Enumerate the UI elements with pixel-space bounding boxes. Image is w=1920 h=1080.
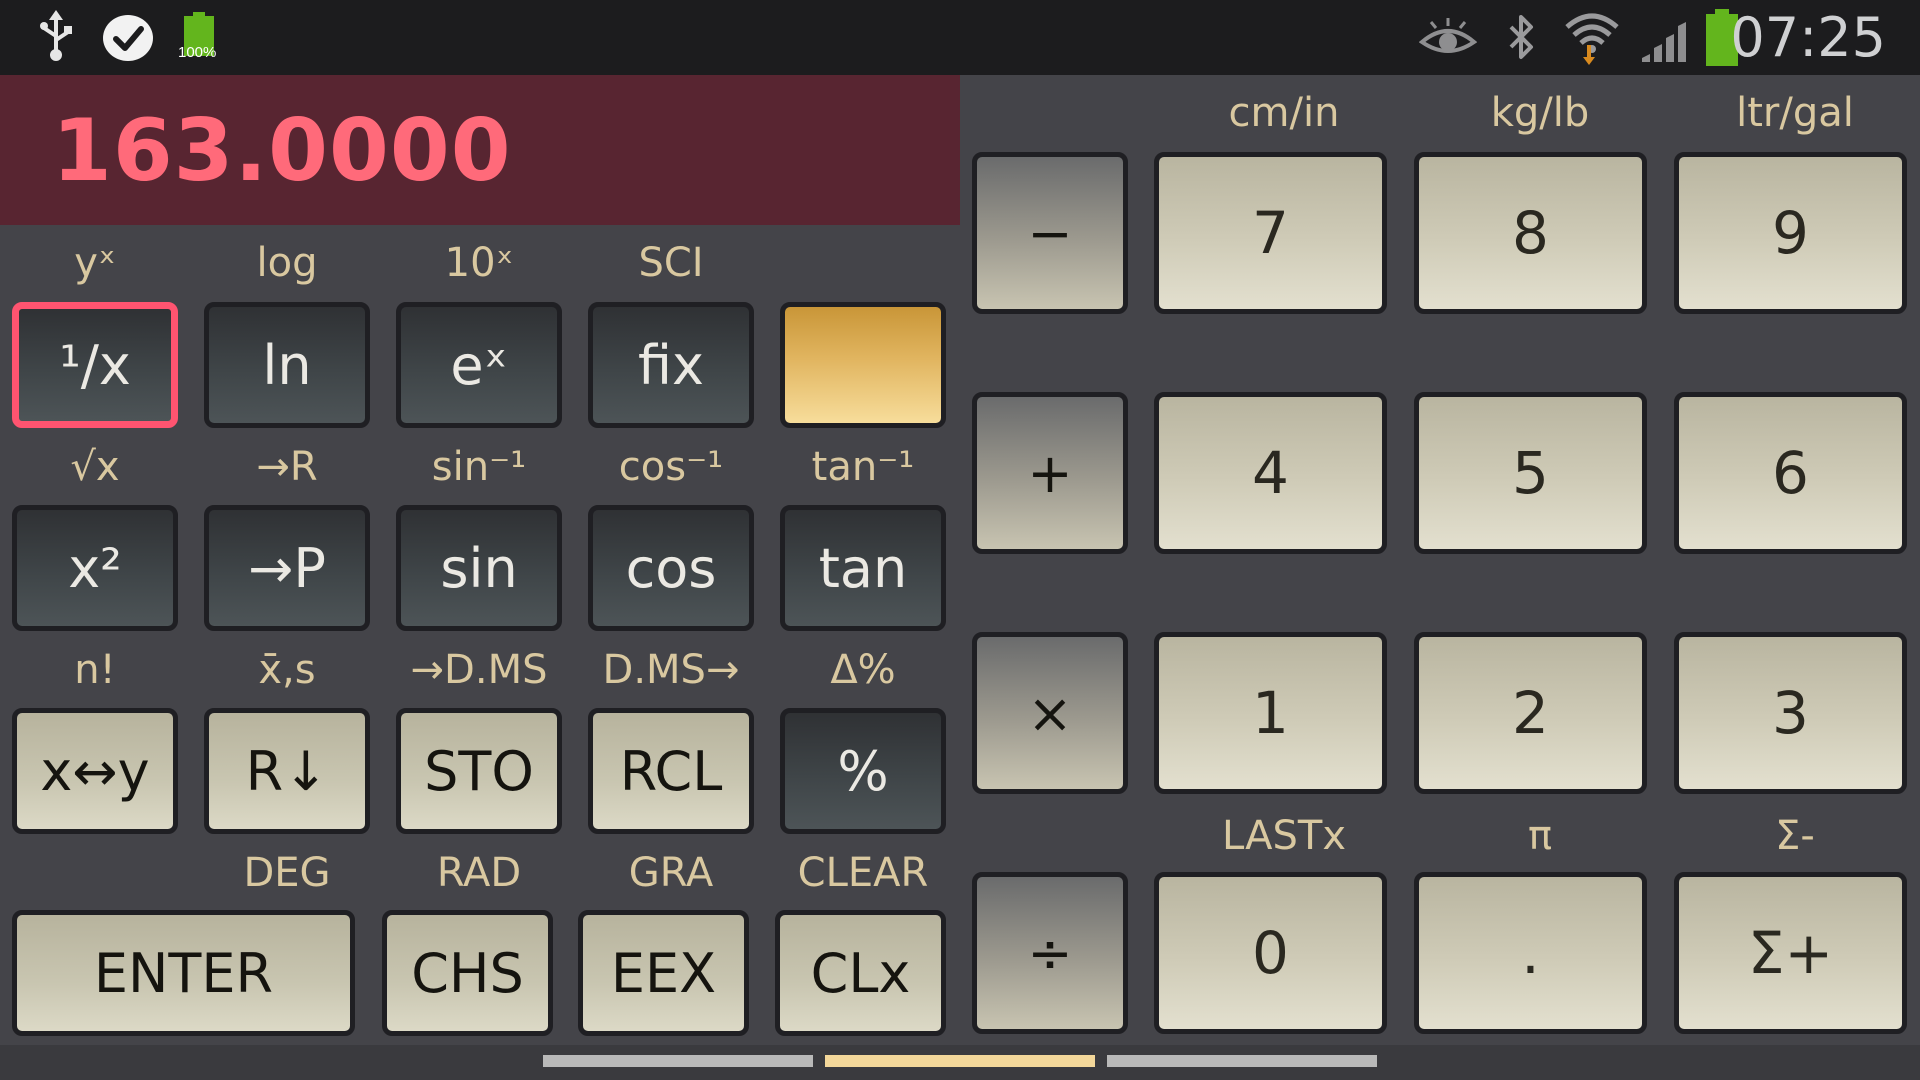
wifi-icon — [1562, 8, 1622, 68]
shift-label-deg: DEG — [243, 850, 331, 896]
digit-1-key[interactable]: 1 — [1154, 632, 1387, 794]
shift-label-sci: SCI — [638, 240, 704, 286]
decimal-point-key[interactable]: . — [1414, 872, 1647, 1034]
page-indicator-1[interactable] — [543, 1055, 813, 1067]
digit-3-key[interactable]: 3 — [1674, 632, 1907, 794]
shift-label-rad: RAD — [436, 850, 522, 896]
exp-key[interactable]: eˣ — [396, 302, 562, 428]
page-indicator-2-active[interactable] — [825, 1055, 1095, 1067]
sigma-plus-key[interactable]: Σ+ — [1674, 872, 1907, 1034]
shift-label-y-power-x: yˣ — [74, 240, 116, 286]
eye-icon — [1418, 12, 1478, 64]
chs-key[interactable]: CHS — [382, 910, 553, 1036]
digit-2-key[interactable]: 2 — [1414, 632, 1647, 794]
percent-key[interactable]: % — [780, 708, 946, 834]
bluetooth-icon — [1502, 10, 1542, 66]
label-cm-in: cm/in — [1228, 90, 1340, 136]
minus-key[interactable]: − — [972, 152, 1128, 314]
digit-8-key[interactable]: 8 — [1414, 152, 1647, 314]
digit-7-key[interactable]: 7 — [1154, 152, 1387, 314]
digit-9-key[interactable]: 9 — [1674, 152, 1907, 314]
label-pi: π — [1527, 813, 1553, 859]
shift-key[interactable] — [780, 302, 946, 428]
roll-down-key[interactable]: R↓ — [204, 708, 370, 834]
shift-label-log: log — [256, 240, 318, 286]
reciprocal-key[interactable]: ¹/x — [12, 302, 178, 428]
shift-label-sqrt: √x — [70, 444, 120, 490]
swap-xy-key[interactable]: x↔y — [12, 708, 178, 834]
shift-label-clear: CLEAR — [797, 850, 929, 896]
shift-label-atan: tan⁻¹ — [811, 444, 915, 490]
digit-5-key[interactable]: 5 — [1414, 392, 1647, 554]
label-lastx: LASTx — [1221, 813, 1347, 859]
plus-key[interactable]: + — [972, 392, 1128, 554]
check-bubble-icon — [98, 8, 158, 68]
label-ltr-gal: ltr/gal — [1736, 90, 1854, 136]
cos-key[interactable]: cos — [588, 505, 754, 631]
battery-full-icon: 100% — [178, 12, 222, 64]
square-key[interactable]: x² — [12, 505, 178, 631]
shift-label-to-rect: →R — [256, 444, 318, 490]
shift-label-mean-stddev: x̄,s — [258, 647, 316, 693]
fix-key[interactable]: fix — [588, 302, 754, 428]
signal-icon — [1636, 12, 1692, 66]
shift-label-asin: sin⁻¹ — [431, 444, 527, 490]
battery-percent-label: 100% — [178, 44, 217, 61]
label-kg-lb: kg/lb — [1490, 90, 1590, 136]
status-bar: 100% 07:25 — [0, 0, 1920, 75]
to-polar-key[interactable]: →P — [204, 505, 370, 631]
eex-key[interactable]: EEX — [578, 910, 749, 1036]
page-indicator-3[interactable] — [1107, 1055, 1377, 1067]
clock: 07:25 — [1730, 6, 1886, 69]
digit-6-key[interactable]: 6 — [1674, 392, 1907, 554]
usb-icon — [28, 8, 84, 64]
shift-label-to-dms: →D.MS — [410, 647, 548, 693]
recall-key[interactable]: RCL — [588, 708, 754, 834]
shift-label-factorial: n! — [74, 647, 116, 693]
multiply-key[interactable]: × — [972, 632, 1128, 794]
store-key[interactable]: STO — [396, 708, 562, 834]
digit-4-key[interactable]: 4 — [1154, 392, 1387, 554]
sin-key[interactable]: sin — [396, 505, 562, 631]
digit-0-key[interactable]: 0 — [1154, 872, 1387, 1034]
clx-key[interactable]: CLx — [775, 910, 946, 1036]
enter-key[interactable]: ENTER — [12, 910, 355, 1036]
shift-label-from-dms: D.MS→ — [602, 647, 740, 693]
ln-key[interactable]: ln — [204, 302, 370, 428]
label-sigma-minus: Σ- — [1775, 813, 1815, 859]
display-panel: 163.0000 — [0, 75, 960, 225]
shift-label-acos: cos⁻¹ — [618, 444, 724, 490]
shift-label-delta-percent: Δ% — [830, 647, 896, 693]
shift-label-10-power-x: 10ˣ — [444, 240, 514, 286]
divide-key[interactable]: ÷ — [972, 872, 1128, 1034]
tan-key[interactable]: tan — [780, 505, 946, 631]
display-value: 163.0000 — [52, 101, 512, 201]
shift-label-gra: GRA — [628, 850, 714, 896]
